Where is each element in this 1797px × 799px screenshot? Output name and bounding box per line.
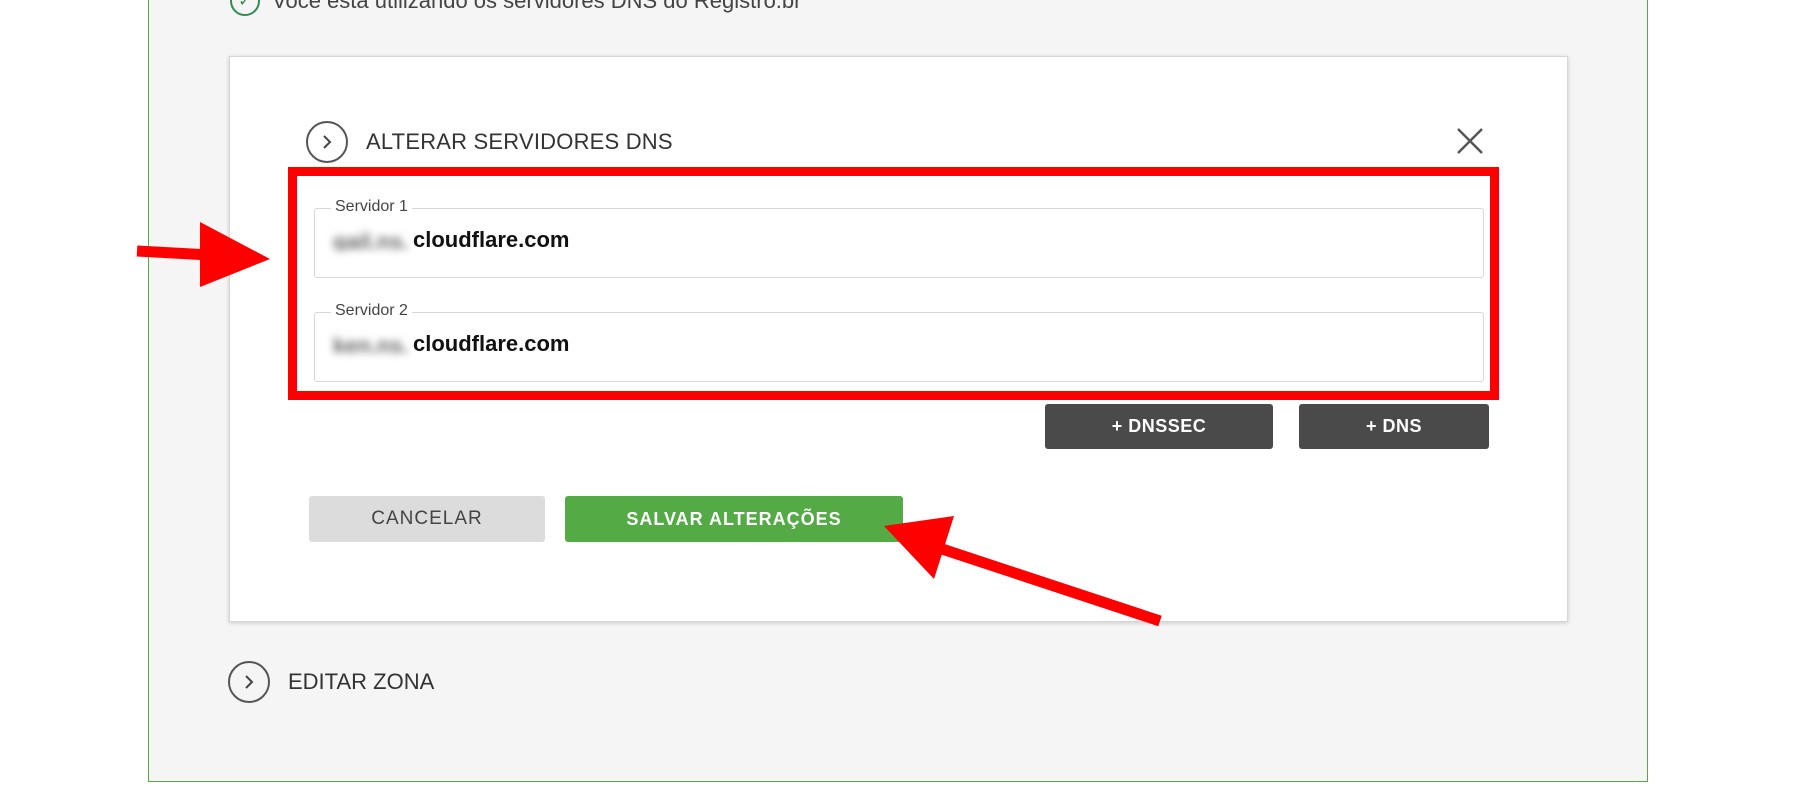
edit-zone-section[interactable]: EDITAR ZONA [228, 661, 434, 703]
edit-zone-label: EDITAR ZONA [288, 669, 435, 694]
add-dns-button[interactable]: + DNS [1299, 404, 1489, 449]
save-changes-button[interactable]: SALVAR ALTERAÇÕES [565, 496, 903, 542]
cancel-button[interactable]: CANCELAR [309, 496, 545, 542]
close-icon[interactable] [1454, 125, 1486, 157]
dns-notice-text: Você está utilizando os servidores DNS d… [272, 0, 802, 13]
modal-title: ALTERAR SERVIDORES DNS [366, 129, 673, 154]
page: ✓ Você está utilizando os servidores DNS… [0, 0, 1797, 799]
modal-header: ALTERAR SERVIDORES DNS [306, 121, 673, 163]
check-icon: ✓ [230, 0, 260, 16]
add-dnssec-button[interactable]: + DNSSEC [1045, 404, 1273, 449]
highlight-box [288, 167, 1499, 400]
chevron-right-icon[interactable] [228, 661, 270, 703]
change-dns-modal: ALTERAR SERVIDORES DNS Servidor 1 gail.n… [229, 56, 1568, 622]
chevron-right-icon[interactable] [306, 121, 348, 163]
dns-notice: ✓ Você está utilizando os servidores DNS… [230, 0, 801, 16]
